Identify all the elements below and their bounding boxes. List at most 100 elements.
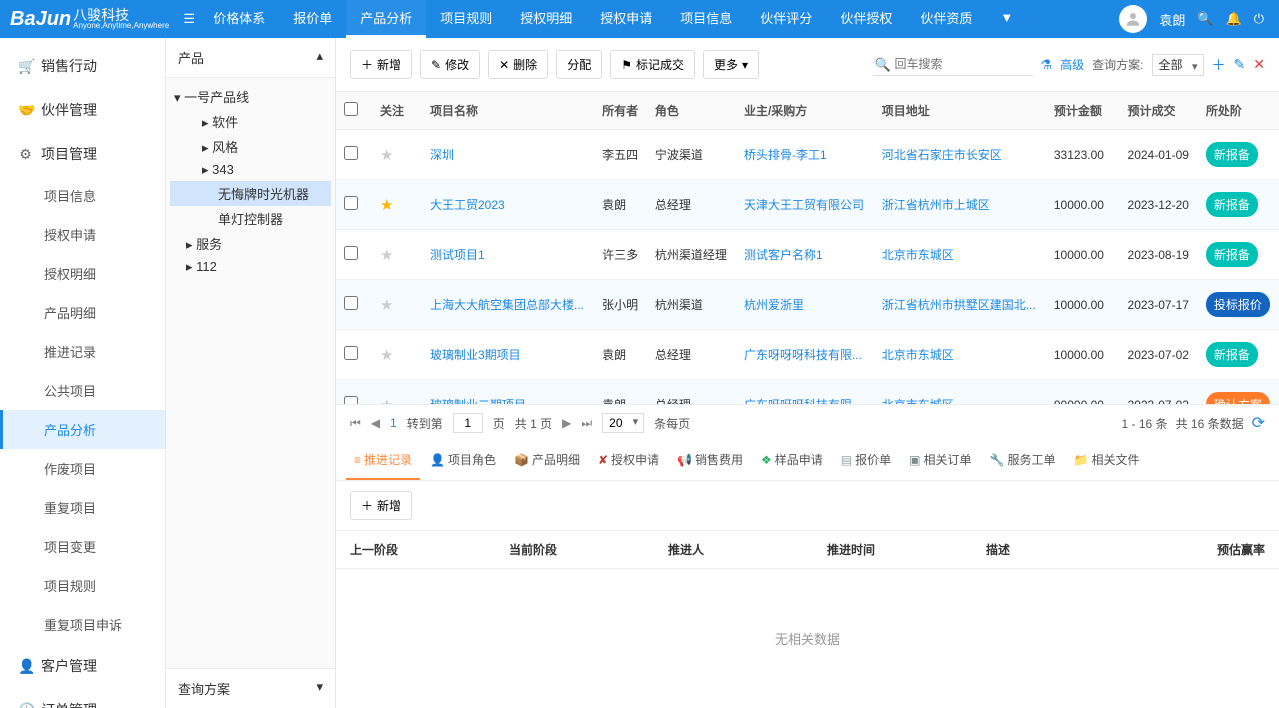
column-header[interactable]: 所处阶 xyxy=(1198,92,1279,130)
project-name-link[interactable]: 上海大大航空集团总部大楼... xyxy=(430,298,584,312)
avatar[interactable] xyxy=(1119,5,1147,33)
search-input[interactable] xyxy=(873,53,1033,76)
scheme-select[interactable]: 全部 xyxy=(1152,54,1204,76)
table-row[interactable]: ★大王工贸2023袁朗总经理天津大王工贸有限公司浙江省杭州市上城区10000.0… xyxy=(336,180,1279,230)
sidebar-item[interactable]: 🛒销售行动 xyxy=(0,44,165,88)
tree-node[interactable]: ▸ 343 xyxy=(170,159,331,181)
column-header[interactable]: 业主/采购方 xyxy=(736,92,874,130)
project-name-link[interactable]: 深圳 xyxy=(430,148,454,162)
tree-footer[interactable]: 查询方案 ▾ xyxy=(166,668,335,708)
row-checkbox[interactable] xyxy=(344,246,358,260)
table-row[interactable]: ★深圳李五四宁波渠道桥头排骨-李工1河北省石家庄市长安区33123.002024… xyxy=(336,130,1279,180)
sub-tab[interactable]: ▣相关订单 xyxy=(901,441,979,480)
star-icon[interactable]: ★ xyxy=(380,297,393,314)
sidebar-item[interactable]: ⚙项目管理 xyxy=(0,132,165,176)
star-icon[interactable]: ★ xyxy=(380,247,393,264)
top-nav-item[interactable]: 价格体系 xyxy=(199,0,279,38)
star-icon[interactable]: ★ xyxy=(380,197,393,214)
select-all-checkbox[interactable] xyxy=(344,102,358,116)
row-checkbox[interactable] xyxy=(344,146,358,160)
sub-tab[interactable]: ▤报价单 xyxy=(833,441,899,480)
sub-tab[interactable]: 📦产品明细 xyxy=(506,441,588,480)
top-nav-item[interactable]: 授权明细 xyxy=(506,0,586,38)
tree-node[interactable]: ▸ 风格 xyxy=(170,134,331,159)
tree-node[interactable]: ▸ 112 xyxy=(170,256,331,278)
sidebar-subitem[interactable]: 项目信息 xyxy=(0,176,165,215)
top-nav-item[interactable]: 伙伴授权 xyxy=(826,0,906,38)
address-link[interactable]: 河北省石家庄市长安区 xyxy=(882,148,1002,162)
user-name[interactable]: 袁朗 xyxy=(1159,10,1185,29)
sidebar-subitem[interactable]: 重复项目申诉 xyxy=(0,605,165,644)
star-icon[interactable]: ★ xyxy=(380,397,393,405)
top-nav-item[interactable]: 伙伴评分 xyxy=(746,0,826,38)
buyer-link[interactable]: 广东呀呀呀科技有限... xyxy=(744,348,862,362)
buyer-link[interactable]: 测试客户名称1 xyxy=(744,248,823,262)
column-header[interactable]: 项目名称 xyxy=(422,92,594,130)
sidebar-subitem[interactable]: 作废项目 xyxy=(0,449,165,488)
address-link[interactable]: 浙江省杭州市拱墅区建国北... xyxy=(882,298,1036,312)
buyer-link[interactable]: 天津大王工贸有限公司 xyxy=(744,198,864,212)
address-link[interactable]: 北京市东城区 xyxy=(882,348,954,362)
edit-scheme-icon[interactable]: ✎ xyxy=(1234,56,1246,73)
delete-scheme-icon[interactable]: ✕ xyxy=(1253,56,1265,73)
row-checkbox[interactable] xyxy=(344,196,358,210)
top-nav-item[interactable]: 伙伴资质 xyxy=(906,0,986,38)
tree-node[interactable]: 无悔牌时光机器 xyxy=(170,181,331,206)
menu-toggle-icon[interactable]: ☰ xyxy=(179,11,199,27)
sidebar-subitem[interactable]: 项目规则 xyxy=(0,566,165,605)
sidebar-item[interactable]: 🤝伙伴管理 xyxy=(0,88,165,132)
sub-tab[interactable]: 🔧服务工单 xyxy=(982,441,1064,480)
tree-node[interactable]: 单灯控制器 xyxy=(170,206,331,231)
row-checkbox[interactable] xyxy=(344,296,358,310)
top-nav-item[interactable]: 项目规则 xyxy=(426,0,506,38)
sub-add-button[interactable]: ＋新增 xyxy=(350,491,412,520)
column-header[interactable]: 所有者 xyxy=(594,92,647,130)
top-nav-item[interactable]: 产品分析 xyxy=(346,0,426,38)
per-page-select[interactable]: 20 xyxy=(602,413,644,433)
project-name-link[interactable]: 大王工贸2023 xyxy=(430,198,505,212)
sub-tab[interactable]: ✘授权申请 xyxy=(590,441,667,480)
sidebar-subitem[interactable]: 推进记录 xyxy=(0,332,165,371)
tree-node[interactable]: ▸ 服务 xyxy=(170,231,331,256)
row-checkbox[interactable] xyxy=(344,346,358,360)
mark-done-button[interactable]: ⚑标记成交 xyxy=(610,50,695,79)
sidebar-subitem[interactable]: 公共项目 xyxy=(0,371,165,410)
top-nav-item[interactable]: 项目信息 xyxy=(666,0,746,38)
column-header[interactable]: 预计成交 xyxy=(1120,92,1198,130)
top-nav-item[interactable]: 报价单 xyxy=(279,0,346,38)
goto-input[interactable] xyxy=(453,413,483,433)
last-page-icon[interactable]: ⏭ xyxy=(581,416,592,431)
address-link[interactable]: 北京市东城区 xyxy=(882,248,954,262)
more-button[interactable]: 更多 ▾ xyxy=(703,50,759,79)
edit-button[interactable]: ✎修改 xyxy=(420,50,480,79)
sub-tab[interactable]: ≡推进记录 xyxy=(346,441,420,480)
table-row[interactable]: ★玻璃制业3期项目袁朗总经理广东呀呀呀科技有限...北京市东城区10000.00… xyxy=(336,330,1279,380)
add-scheme-icon[interactable]: ＋ xyxy=(1212,55,1226,75)
star-icon[interactable]: ★ xyxy=(380,347,393,364)
sub-tab[interactable]: 👤项目角色 xyxy=(422,441,504,480)
power-icon[interactable]: ⏻ xyxy=(1254,11,1264,27)
buyer-link[interactable]: 桥头排骨-李工1 xyxy=(744,148,827,162)
refresh-icon[interactable]: ⟳ xyxy=(1252,413,1265,433)
search-icon[interactable]: 🔍 xyxy=(1197,11,1213,27)
tree-node[interactable]: ▸ 软件 xyxy=(170,109,331,134)
table-row[interactable]: ★上海大大航空集团总部大楼...张小明杭州渠道杭州爱浙里浙江省杭州市拱墅区建国北… xyxy=(336,280,1279,330)
sub-tab[interactable]: 📁相关文件 xyxy=(1065,441,1147,480)
buyer-link[interactable]: 杭州爱浙里 xyxy=(744,298,804,312)
star-icon[interactable]: ★ xyxy=(380,147,393,164)
sidebar-item[interactable]: 🕘订单管理 xyxy=(0,688,165,708)
sidebar-subitem[interactable]: 产品明细 xyxy=(0,293,165,332)
sidebar-subitem[interactable]: 产品分析 xyxy=(0,410,165,449)
assign-button[interactable]: 分配 xyxy=(556,50,602,79)
sidebar-subitem[interactable]: 重复项目 xyxy=(0,488,165,527)
filter-icon[interactable]: ⚗ xyxy=(1041,57,1053,73)
row-checkbox[interactable] xyxy=(344,396,358,404)
table-row[interactable]: ★测试项目1许三多杭州渠道经理测试客户名称1北京市东城区10000.002023… xyxy=(336,230,1279,280)
delete-button[interactable]: ✕删除 xyxy=(488,50,548,79)
sidebar-item[interactable]: 👤客户管理 xyxy=(0,644,165,688)
first-page-icon[interactable]: ⏮ xyxy=(350,416,361,431)
table-row[interactable]: ★玻璃制业二期项目袁朗总经理广东呀呀呀科技有限...北京市东城区90000.00… xyxy=(336,380,1279,405)
add-button[interactable]: ＋新增 xyxy=(350,50,412,79)
collapse-icon[interactable]: ▴ xyxy=(316,48,323,67)
next-page-icon[interactable]: ▶ xyxy=(562,416,571,430)
